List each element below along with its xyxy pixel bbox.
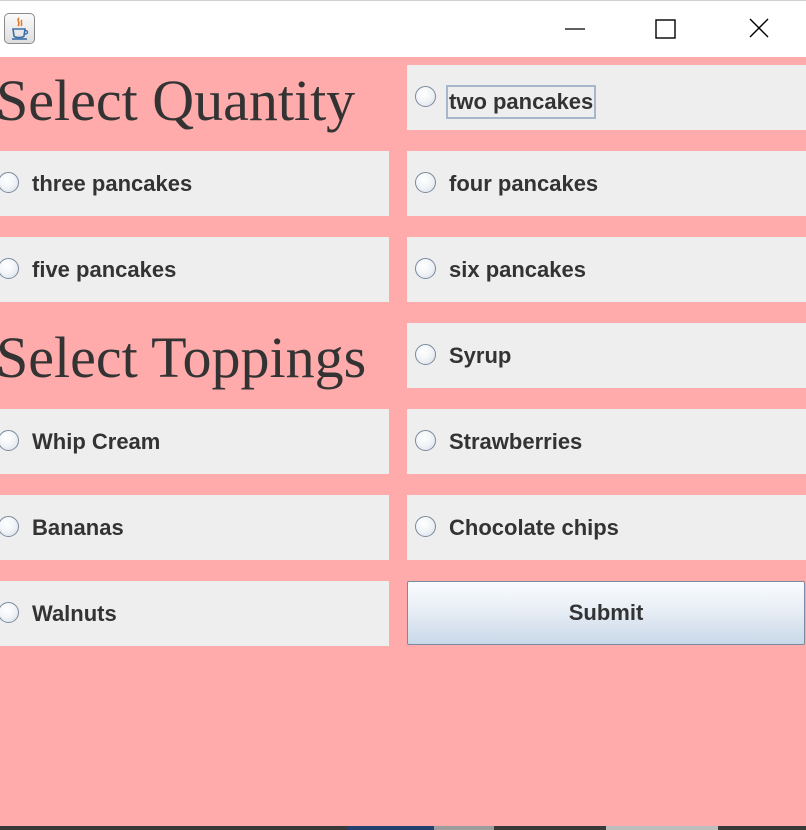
radio-label-three-pancakes: three pancakes (32, 171, 193, 196)
quantity-option-cell: two pancakes (407, 65, 806, 130)
topping-option-cell: Strawberries (407, 409, 806, 474)
java-cup-icon[interactable] (4, 13, 35, 44)
radio-whip-cream[interactable]: Whip Cream (0, 409, 389, 474)
maximize-icon[interactable] (642, 9, 688, 49)
quantity-option-cell: six pancakes (407, 237, 806, 302)
topping-option-cell: Whip Cream (0, 409, 389, 474)
radio-label-four-pancakes: four pancakes (449, 171, 599, 196)
radio-label-chocolate-chips: Chocolate chips (449, 515, 619, 540)
radio-walnuts[interactable]: Walnuts (0, 581, 389, 646)
radio-button-icon[interactable] (415, 430, 436, 451)
topping-option-cell: Walnuts (0, 581, 389, 646)
topping-option-cell: Bananas (0, 495, 389, 560)
radio-button-icon[interactable] (0, 172, 19, 193)
radio-button-icon[interactable] (0, 430, 19, 451)
radio-five-pancakes[interactable]: five pancakes (0, 237, 389, 302)
quantity-option-cell: five pancakes (0, 237, 389, 302)
radio-three-pancakes[interactable]: three pancakes (0, 151, 389, 216)
order-form-panel: Select Quantity two pancakes three panca… (0, 57, 806, 826)
select-quantity-heading: Select Quantity (0, 68, 356, 133)
radio-label-strawberries: Strawberries (449, 429, 583, 454)
topping-option-cell: Syrup (407, 323, 806, 388)
radio-button-icon[interactable] (0, 602, 19, 623)
radio-label-bananas: Bananas (32, 515, 124, 540)
radio-bananas[interactable]: Bananas (0, 495, 389, 560)
radio-button-icon[interactable] (415, 344, 436, 365)
radio-button-icon[interactable] (415, 86, 436, 107)
radio-button-icon[interactable] (0, 516, 19, 537)
select-toppings-heading: Select Toppings (0, 325, 367, 390)
radio-button-icon[interactable] (0, 258, 19, 279)
window-title-bar (0, 0, 806, 57)
quantity-option-cell: four pancakes (407, 151, 806, 216)
radio-two-pancakes[interactable]: two pancakes (407, 65, 806, 130)
radio-strawberries[interactable]: Strawberries (407, 409, 806, 474)
radio-button-icon[interactable] (415, 516, 436, 537)
radio-label-five-pancakes: five pancakes (32, 257, 177, 282)
radio-label-walnuts: Walnuts (32, 601, 117, 626)
radio-six-pancakes[interactable]: six pancakes (407, 237, 806, 302)
close-icon[interactable] (736, 9, 782, 49)
minimize-icon[interactable] (552, 9, 598, 49)
radio-label-six-pancakes: six pancakes (449, 257, 586, 282)
topping-option-cell: Chocolate chips (407, 495, 806, 560)
radio-chocolate-chips[interactable]: Chocolate chips (407, 495, 806, 560)
radio-label-syrup: Syrup (449, 343, 512, 368)
radio-label-two-pancakes: two pancakes (446, 85, 597, 119)
submit-button[interactable]: Submit (407, 581, 805, 645)
radio-four-pancakes[interactable]: four pancakes (407, 151, 806, 216)
radio-button-icon[interactable] (415, 258, 436, 279)
quantity-option-cell: three pancakes (0, 151, 389, 216)
radio-button-icon[interactable] (415, 172, 436, 193)
radio-label-whip-cream: Whip Cream (32, 429, 161, 454)
taskbar-edge (0, 826, 806, 830)
radio-syrup[interactable]: Syrup (407, 323, 806, 388)
